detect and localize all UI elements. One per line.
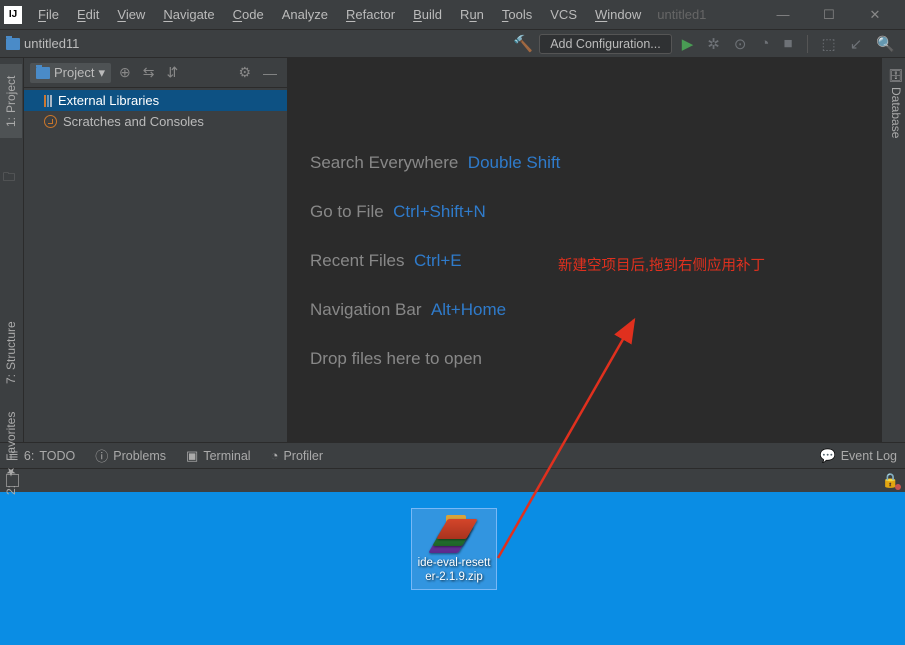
bottom-tool-tabs: ≣6: TODO ⓘProblems ▣Terminal ◔Profiler 💬…	[0, 442, 905, 468]
profiler-icon[interactable]: ◔	[756, 35, 773, 52]
menu-navigate[interactable]: Navigate	[155, 5, 222, 24]
tab-favorites-label: Favorites	[4, 411, 18, 460]
ide-window: IJ File Edit View Navigate Code Analyze …	[0, 0, 905, 492]
debug-icon[interactable]: ✲	[703, 35, 724, 53]
hint-text: Drop files here to open	[310, 349, 482, 368]
terminal-icon: ▣	[186, 448, 198, 464]
tab-problems[interactable]: ⓘProblems	[95, 446, 166, 465]
coverage-icon[interactable]: ⊙	[730, 35, 751, 53]
bookmark-icon[interactable]: 🗀	[3, 168, 15, 189]
folder-icon	[36, 67, 50, 79]
hint-shortcut: Alt+Home	[431, 300, 506, 319]
menu-tools[interactable]: Tools	[494, 5, 540, 24]
project-view-label: Project	[54, 65, 94, 80]
menu-window[interactable]: Window	[587, 5, 649, 24]
annotation-text: 新建空项目后,拖到右侧应用补丁	[558, 254, 765, 275]
run-config-selector[interactable]: Add Configuration...	[539, 34, 672, 54]
scratches-icon	[44, 115, 57, 128]
desktop-file[interactable]: ide-eval-resetter-2.1.9.zip	[411, 508, 497, 590]
menu-file[interactable]: File	[30, 5, 67, 24]
event-log-icon: 💬	[820, 448, 836, 464]
tree-item-label: External Libraries	[58, 93, 159, 108]
run-icon[interactable]: ▶	[678, 35, 698, 53]
menu-build[interactable]: Build	[405, 5, 450, 24]
tree-external-libraries[interactable]: External Libraries	[24, 90, 287, 111]
stop-icon[interactable]: ■	[779, 35, 796, 52]
database-icon: 🗄	[889, 68, 903, 83]
hint-text: Navigation Bar	[310, 300, 422, 319]
tab-profiler[interactable]: ◔Profiler	[271, 448, 323, 463]
libraries-icon	[44, 95, 52, 107]
run-config-label: Add Configuration...	[550, 37, 661, 51]
build-hammer-icon[interactable]: 🔨	[513, 34, 533, 54]
hint-text: Go to File	[310, 202, 384, 221]
breadcrumb-project[interactable]: untitled11	[6, 36, 79, 51]
window-controls: — ☐ ✕	[763, 3, 901, 27]
menu-vcs[interactable]: VCS	[542, 5, 585, 24]
gear-icon[interactable]: ⚙	[234, 64, 255, 81]
tab-structure-num: 7:	[4, 374, 18, 384]
breadcrumb-label: untitled11	[24, 36, 79, 51]
folder-icon	[6, 38, 20, 50]
vcs-update-icon[interactable]: ⬚	[818, 35, 840, 53]
menu-edit[interactable]: Edit	[69, 5, 107, 24]
editor-empty-state[interactable]: Search Everywhere Double Shift Go to Fil…	[288, 58, 881, 442]
collapse-all-icon[interactable]: ⇵	[162, 64, 182, 81]
profiler-icon: ◔	[271, 448, 279, 463]
left-tool-tabs: 1: Project 🗀 7: Structure 2: ★ Favorites	[0, 58, 24, 442]
menu-analyze[interactable]: Analyze	[274, 5, 336, 24]
chevron-down-icon: ▾	[98, 65, 105, 81]
hint-shortcut: Double Shift	[468, 153, 561, 172]
editor-hints: Search Everywhere Double Shift Go to Fil…	[310, 152, 560, 370]
app-icon: IJ	[4, 6, 22, 24]
window-title-project: untitled1	[651, 7, 761, 22]
archive-icon	[431, 513, 477, 553]
tree-scratches[interactable]: Scratches and Consoles	[24, 111, 287, 132]
search-icon[interactable]: 🔍	[872, 35, 899, 53]
tab-structure[interactable]: 7: Structure	[0, 308, 22, 398]
menu-view[interactable]: View	[109, 5, 153, 24]
tab-favorites[interactable]: 2: ★ Favorites	[0, 408, 22, 498]
ide-status-icon[interactable]: 🔒	[882, 472, 899, 489]
status-bar: 🔒	[0, 468, 905, 492]
menu-run[interactable]: Run	[452, 5, 492, 24]
expand-all-icon[interactable]: ⇆	[139, 64, 159, 81]
toolbar-separator	[807, 35, 808, 53]
warning-icon: ⓘ	[95, 446, 108, 465]
tab-project-label: Project	[4, 75, 18, 112]
maximize-button[interactable]: ☐	[809, 3, 849, 27]
tab-event-log[interactable]: 💬Event Log	[820, 448, 897, 464]
project-tool-header: Project ▾ ⊕ ⇆ ⇵ ⚙ —	[24, 58, 287, 88]
tab-project[interactable]: 1: Project	[0, 64, 22, 138]
tab-favorites-num: 2:	[4, 485, 18, 495]
tab-database[interactable]: 🗄 Database	[887, 64, 905, 143]
project-tool-window: Project ▾ ⊕ ⇆ ⇵ ⚙ — External Libraries S…	[24, 58, 288, 442]
hint-shortcut: Ctrl+E	[414, 251, 462, 270]
select-opened-file-icon[interactable]: ⊕	[115, 64, 135, 81]
hide-panel-icon[interactable]: —	[259, 65, 281, 81]
minimize-button[interactable]: —	[763, 3, 803, 27]
project-tree[interactable]: External Libraries Scratches and Console…	[24, 88, 287, 134]
tree-item-label: Scratches and Consoles	[63, 114, 204, 129]
desktop-file-label: ide-eval-resetter-2.1.9.zip	[416, 557, 492, 585]
main-area: 1: Project 🗀 7: Structure 2: ★ Favorites…	[0, 58, 905, 442]
toolbar: untitled11 🔨 Add Configuration... ▶ ✲ ⊙ …	[0, 30, 905, 58]
hint-text: Recent Files	[310, 251, 404, 270]
star-icon: ★	[4, 465, 18, 479]
title-bar: IJ File Edit View Navigate Code Analyze …	[0, 0, 905, 30]
tab-database-label: Database	[889, 87, 903, 138]
menu-refactor[interactable]: Refactor	[338, 5, 403, 24]
tab-project-num: 1:	[4, 117, 18, 127]
tab-structure-label: Structure	[4, 322, 18, 371]
hint-shortcut: Ctrl+Shift+N	[393, 202, 486, 221]
hint-text: Search Everywhere	[310, 153, 458, 172]
right-tool-tabs: 🗄 Database	[881, 58, 905, 442]
menu-code[interactable]: Code	[225, 5, 272, 24]
tab-terminal[interactable]: ▣Terminal	[186, 448, 251, 464]
project-view-selector[interactable]: Project ▾	[30, 63, 111, 83]
close-button[interactable]: ✕	[855, 3, 895, 27]
vcs-commit-icon[interactable]: ↙	[846, 35, 867, 53]
